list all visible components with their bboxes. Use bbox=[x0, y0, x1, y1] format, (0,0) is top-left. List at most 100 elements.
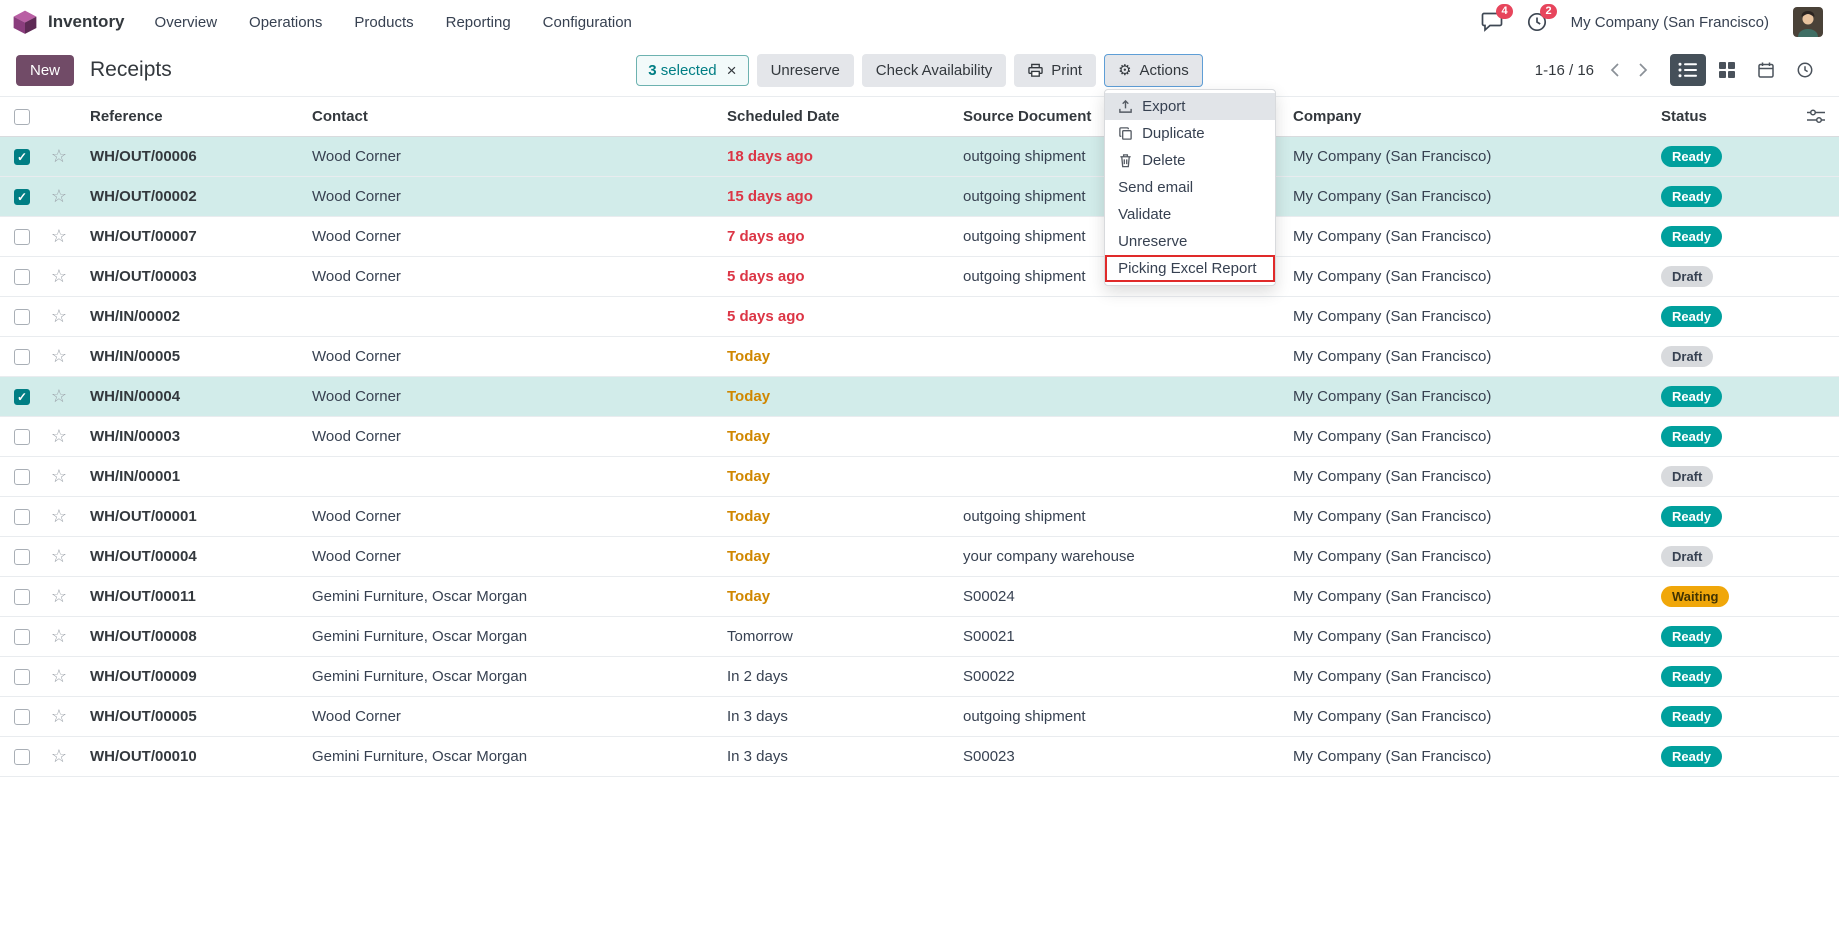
column-header-reference[interactable]: Reference bbox=[78, 97, 300, 137]
menu-item-duplicate[interactable]: Duplicate bbox=[1105, 120, 1275, 147]
company-switcher[interactable]: My Company (San Francisco) bbox=[1571, 14, 1769, 31]
favorite-star-icon[interactable]: ☆ bbox=[51, 346, 67, 366]
table-row[interactable]: ☆WH/OUT/00007Wood Corner7 days agooutgoi… bbox=[0, 217, 1839, 257]
row-checkbox[interactable] bbox=[14, 389, 30, 405]
favorite-star-icon[interactable]: ☆ bbox=[51, 626, 67, 646]
favorite-star-icon[interactable]: ☆ bbox=[51, 266, 67, 286]
cell-reference: WH/OUT/00004 bbox=[78, 537, 300, 577]
menu-item-unreserve[interactable]: Unreserve bbox=[1105, 228, 1275, 255]
cell-scheduled-date: 18 days ago bbox=[715, 137, 951, 177]
column-settings-button[interactable] bbox=[1807, 96, 1825, 136]
favorite-star-icon[interactable]: ☆ bbox=[51, 706, 67, 726]
row-checkbox[interactable] bbox=[14, 629, 30, 645]
table-row[interactable]: ☆WH/OUT/00002Wood Corner15 days agooutgo… bbox=[0, 177, 1839, 217]
cell-company: My Company (San Francisco) bbox=[1281, 657, 1649, 697]
row-checkbox[interactable] bbox=[14, 589, 30, 605]
table-row[interactable]: ☆WH/OUT/00004Wood CornerTodayyour compan… bbox=[0, 537, 1839, 577]
select-all-checkbox[interactable] bbox=[14, 109, 30, 125]
column-header-contact[interactable]: Contact bbox=[300, 97, 715, 137]
favorite-star-icon[interactable]: ☆ bbox=[51, 586, 67, 606]
cell-scheduled-date: Tomorrow bbox=[715, 617, 951, 657]
nav-item-configuration[interactable]: Configuration bbox=[543, 14, 632, 31]
menu-item-send-email[interactable]: Send email bbox=[1105, 174, 1275, 201]
cell-source-document: S00022 bbox=[951, 657, 1281, 697]
favorite-star-icon[interactable]: ☆ bbox=[51, 146, 67, 166]
menu-item-delete[interactable]: Delete bbox=[1105, 147, 1275, 174]
table-row[interactable]: ☆WH/IN/00004Wood CornerTodayMy Company (… bbox=[0, 377, 1839, 417]
nav-item-products[interactable]: Products bbox=[354, 14, 413, 31]
inventory-app-icon[interactable] bbox=[12, 9, 38, 35]
favorite-star-icon[interactable]: ☆ bbox=[51, 386, 67, 406]
favorite-star-icon[interactable]: ☆ bbox=[51, 666, 67, 686]
row-checkbox[interactable] bbox=[14, 189, 30, 205]
menu-item-export[interactable]: Export bbox=[1105, 93, 1275, 120]
favorite-star-icon[interactable]: ☆ bbox=[51, 426, 67, 446]
table-row[interactable]: ☆WH/IN/00001TodayMy Company (San Francis… bbox=[0, 457, 1839, 497]
table-row[interactable]: ☆WH/OUT/00003Wood Corner5 days agooutgoi… bbox=[0, 257, 1839, 297]
cell-reference: WH/OUT/00010 bbox=[78, 737, 300, 777]
row-checkbox[interactable] bbox=[14, 149, 30, 165]
row-checkbox[interactable] bbox=[14, 429, 30, 445]
favorite-star-icon[interactable]: ☆ bbox=[51, 746, 67, 766]
row-checkbox[interactable] bbox=[14, 509, 30, 525]
row-checkbox[interactable] bbox=[14, 349, 30, 365]
cell-source-document: outgoing shipment bbox=[951, 497, 1281, 537]
calendar-view-button[interactable] bbox=[1748, 54, 1784, 86]
new-button[interactable]: New bbox=[16, 55, 74, 86]
column-header-company[interactable]: Company bbox=[1281, 97, 1649, 137]
favorite-star-icon[interactable]: ☆ bbox=[51, 546, 67, 566]
row-checkbox[interactable] bbox=[14, 309, 30, 325]
activity-view-button[interactable] bbox=[1787, 54, 1823, 86]
print-button[interactable]: Print bbox=[1014, 54, 1096, 87]
pager-previous-button[interactable] bbox=[1610, 63, 1619, 77]
favorite-star-icon[interactable]: ☆ bbox=[51, 226, 67, 246]
selected-label: selected bbox=[661, 62, 717, 79]
activities-button[interactable]: 2 bbox=[1527, 12, 1547, 32]
table-row[interactable]: ☆WH/IN/00005Wood CornerTodayMy Company (… bbox=[0, 337, 1839, 377]
favorite-star-icon[interactable]: ☆ bbox=[51, 186, 67, 206]
row-checkbox[interactable] bbox=[14, 269, 30, 285]
table-row[interactable]: ☆WH/IN/00003Wood CornerTodayMy Company (… bbox=[0, 417, 1839, 457]
actions-button[interactable]: ⚙ Actions bbox=[1104, 54, 1203, 87]
kanban-view-button[interactable] bbox=[1709, 54, 1745, 86]
row-checkbox[interactable] bbox=[14, 709, 30, 725]
cell-source-document: your company warehouse bbox=[951, 537, 1281, 577]
page-title: Receipts bbox=[90, 58, 172, 82]
cell-source-document bbox=[951, 297, 1281, 337]
pager-next-button[interactable] bbox=[1639, 63, 1648, 77]
row-checkbox[interactable] bbox=[14, 549, 30, 565]
user-avatar[interactable] bbox=[1793, 7, 1823, 37]
favorite-star-icon[interactable]: ☆ bbox=[51, 506, 67, 526]
selected-count: 3 bbox=[648, 62, 656, 79]
messages-button[interactable]: 4 bbox=[1481, 12, 1503, 32]
table-row[interactable]: ☆WH/OUT/00010Gemini Furniture, Oscar Mor… bbox=[0, 737, 1839, 777]
table-row[interactable]: ☆WH/OUT/00008Gemini Furniture, Oscar Mor… bbox=[0, 617, 1839, 657]
nav-item-overview[interactable]: Overview bbox=[155, 14, 218, 31]
check-availability-button[interactable]: Check Availability bbox=[862, 54, 1006, 87]
status-badge: Ready bbox=[1661, 146, 1722, 167]
app-name[interactable]: Inventory bbox=[48, 12, 125, 32]
column-header-scheduled-date[interactable]: Scheduled Date bbox=[715, 97, 951, 137]
nav-item-operations[interactable]: Operations bbox=[249, 14, 322, 31]
favorite-star-icon[interactable]: ☆ bbox=[51, 466, 67, 486]
status-badge: Ready bbox=[1661, 746, 1722, 767]
favorite-star-icon[interactable]: ☆ bbox=[51, 306, 67, 326]
menu-item-validate[interactable]: Validate bbox=[1105, 201, 1275, 228]
table-row[interactable]: ☆WH/OUT/00006Wood Corner18 days agooutgo… bbox=[0, 137, 1839, 177]
cell-status: Draft bbox=[1649, 537, 1839, 577]
cell-scheduled-date: Today bbox=[715, 377, 951, 417]
row-checkbox[interactable] bbox=[14, 229, 30, 245]
table-row[interactable]: ☆WH/OUT/00001Wood CornerTodayoutgoing sh… bbox=[0, 497, 1839, 537]
unreserve-button[interactable]: Unreserve bbox=[757, 54, 854, 87]
row-checkbox[interactable] bbox=[14, 669, 30, 685]
nav-item-reporting[interactable]: Reporting bbox=[446, 14, 511, 31]
row-checkbox[interactable] bbox=[14, 469, 30, 485]
clear-selection-button[interactable]: × bbox=[727, 63, 737, 78]
table-row[interactable]: ☆WH/OUT/00011Gemini Furniture, Oscar Mor… bbox=[0, 577, 1839, 617]
table-row[interactable]: ☆WH/OUT/00005Wood CornerIn 3 daysoutgoin… bbox=[0, 697, 1839, 737]
table-row[interactable]: ☆WH/IN/000025 days agoMy Company (San Fr… bbox=[0, 297, 1839, 337]
menu-item-picking-excel-report[interactable]: Picking Excel Report bbox=[1105, 255, 1275, 282]
table-row[interactable]: ☆WH/OUT/00009Gemini Furniture, Oscar Mor… bbox=[0, 657, 1839, 697]
list-view-button[interactable] bbox=[1670, 54, 1706, 86]
row-checkbox[interactable] bbox=[14, 749, 30, 765]
